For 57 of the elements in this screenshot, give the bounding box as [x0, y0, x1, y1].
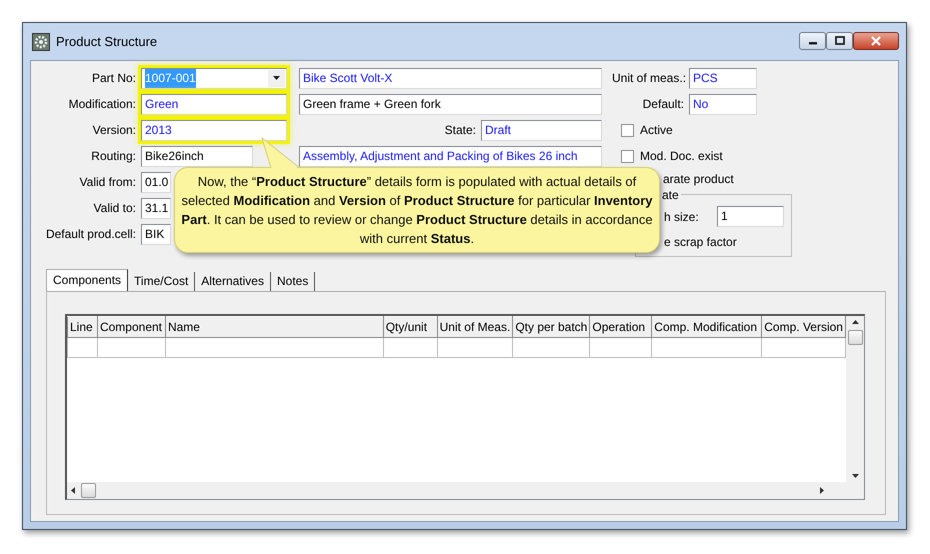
checkbox-label: arate product: [663, 172, 734, 186]
app-gear-icon: [32, 32, 50, 50]
checkbox-label: Mod. Doc. exist: [640, 149, 723, 163]
field-label: Part No:: [90, 71, 137, 85]
checkbox[interactable]: [621, 124, 634, 136]
input-field[interactable]: Bike Scott Volt-X: [299, 68, 602, 88]
minimize-button[interactable]: [799, 32, 826, 50]
column-header[interactable]: Component: [97, 316, 166, 338]
column-header[interactable]: Operation: [590, 316, 652, 338]
column-header[interactable]: Comp. Version: [762, 316, 846, 338]
checkbox-label: Active: [640, 123, 673, 137]
input-field[interactable]: Assembly, Adjustment and Packing of Bikes 26 inch: [299, 146, 602, 166]
close-button[interactable]: [853, 32, 899, 50]
field-label: h size:: [664, 210, 699, 224]
input-field[interactable]: BIK: [141, 224, 171, 244]
field-label: Default:: [642, 97, 685, 111]
field-label: Valid from:: [78, 175, 137, 189]
field-label: State:: [444, 123, 476, 137]
column-header[interactable]: Comp. Modification: [652, 316, 762, 338]
input-field[interactable]: Green: [141, 94, 287, 114]
checkbox[interactable]: [621, 150, 634, 162]
horizontal-scrollbar[interactable]: [67, 482, 846, 499]
maximize-button[interactable]: [826, 32, 853, 50]
scrollbar-thumb[interactable]: [848, 330, 862, 345]
window-title: Product Structure: [56, 34, 158, 49]
field-label: Valid to:: [92, 201, 137, 215]
field-label: Version:: [92, 123, 137, 137]
vertical-scrollbar[interactable]: [846, 316, 864, 482]
input-field[interactable]: 01.0: [141, 172, 171, 192]
column-header[interactable]: Qty per batch: [512, 316, 590, 338]
input-field[interactable]: 31.1: [141, 198, 171, 218]
field-label: Routing:: [90, 149, 137, 163]
callout-text: Now, the “Product Structure” details form is populated with actual details of selected Modification and Version of Product Structure for particular Inventory Part. It can be used to review or change Product Structure details in accordance with current Status.: [181, 173, 653, 248]
input-field[interactable]: Bike26inch: [141, 146, 253, 166]
group-box-title: ate: [660, 188, 681, 202]
scrollbar-thumb[interactable]: [81, 483, 96, 498]
field-label: Modification:: [68, 97, 137, 111]
close-icon: [870, 36, 882, 46]
field-label: Default prod.cell:: [44, 227, 137, 241]
field-label: Unit of meas.:: [612, 71, 688, 85]
dropdown-arrow-icon[interactable]: [273, 76, 280, 80]
input-field[interactable]: Draft: [481, 120, 602, 140]
column-header[interactable]: Line: [68, 316, 98, 338]
scroll-left-arrow-icon[interactable]: [71, 487, 75, 494]
scroll-up-arrow-icon[interactable]: [852, 320, 858, 324]
scroll-right-arrow-icon[interactable]: [820, 487, 824, 494]
maximize-icon: [834, 36, 846, 46]
column-header[interactable]: Unit of Meas.: [437, 316, 513, 338]
column-header[interactable]: Qty/unit: [383, 316, 438, 338]
input-field[interactable]: Green frame + Green fork: [299, 94, 602, 114]
input-field[interactable]: 1: [717, 206, 784, 227]
input-field[interactable]: PCS: [689, 68, 757, 88]
scroll-down-arrow-icon[interactable]: [852, 474, 858, 478]
checkbox-label: e scrap factor: [664, 235, 737, 249]
tab[interactable]: Components: [46, 269, 128, 291]
column-header[interactable]: Name: [165, 316, 384, 338]
input-field[interactable]: No: [689, 94, 757, 114]
